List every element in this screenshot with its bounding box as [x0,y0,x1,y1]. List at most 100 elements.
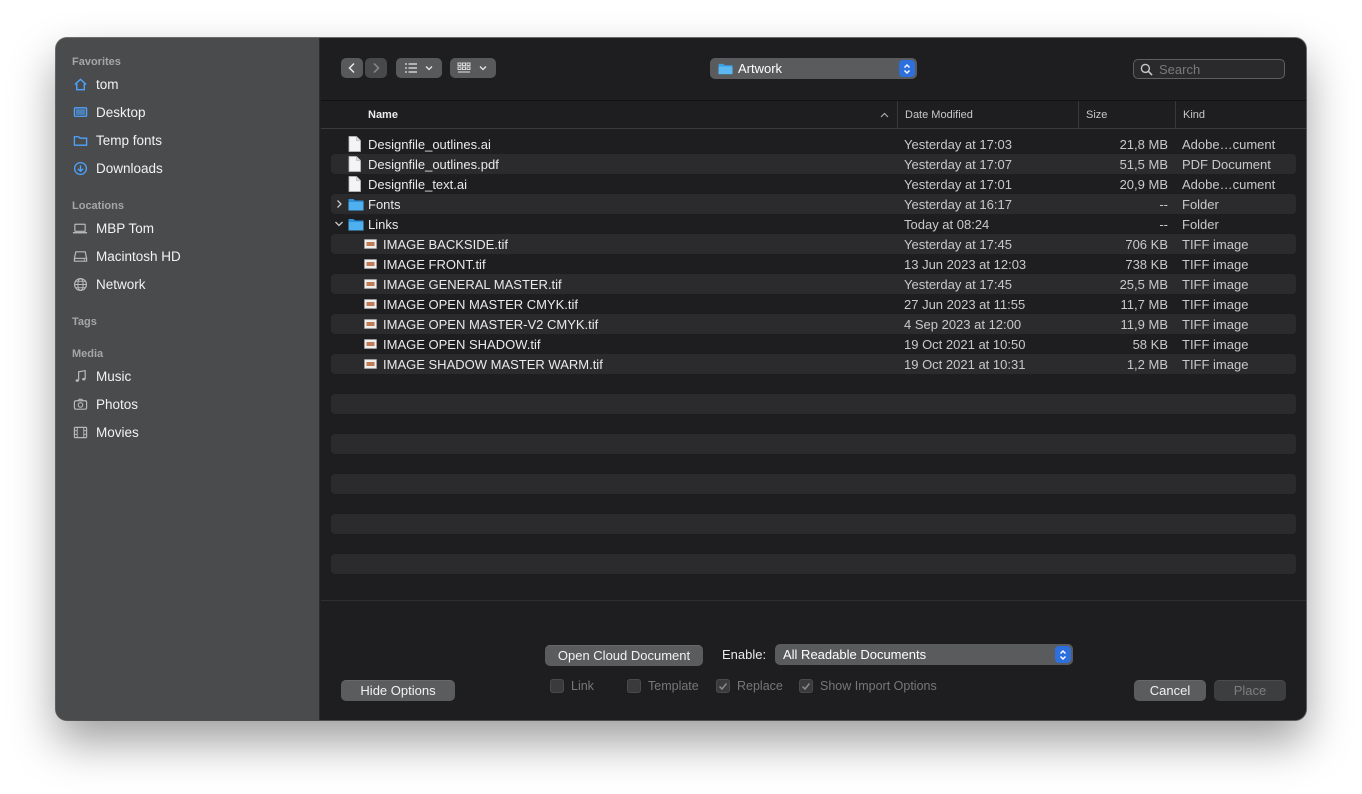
checkbox-label: Show Import Options [820,679,937,693]
sidebar-item-label: Movies [96,424,139,440]
checkbox-box [550,679,564,693]
file-date: Yesterday at 17:45 [904,276,1012,292]
sidebar-item-music[interactable]: Music [72,365,312,387]
column-header-name[interactable]: Name [368,101,898,129]
sidebar-item-temp-fonts[interactable]: Temp fonts [72,129,312,151]
file-row[interactable]: Designfile_text.ai Yesterday at 17:01 20,9… [331,174,1296,194]
checkmark-icon [716,679,730,693]
file-row[interactable]: Designfile_outlines.ai Yesterday at 17:03… [331,134,1296,154]
link-checkbox[interactable]: Link [550,678,594,694]
file-row[interactable]: Designfile_outlines.pdf Yesterday at 17:0… [331,154,1296,174]
forward-button[interactable] [365,58,387,78]
empty-row [331,434,1296,454]
column-header-label: Kind [1183,109,1206,121]
column-header-label: Size [1086,109,1108,121]
search-input[interactable] [1159,61,1279,77]
image-file-icon [364,314,377,334]
music-icon [72,368,88,384]
sidebar-item-label: Downloads [96,160,163,176]
file-name: Designfile_outlines.ai [368,136,491,152]
file-row[interactable]: Links Today at 08:24 -- Folder [331,214,1296,234]
location-popup[interactable]: Artwork [710,58,917,79]
template-checkbox[interactable]: Template [627,678,699,694]
sidebar-item-label: Desktop [96,104,146,120]
column-header-label: Name [368,109,398,121]
file-name: IMAGE FRONT.tif [383,256,486,272]
folder-icon [718,63,733,75]
show-import-options-checkbox[interactable]: Show Import Options [799,678,937,694]
file-kind: TIFF image [1182,356,1249,372]
disclosure-chevron-right-icon[interactable] [335,194,343,214]
file-row[interactable]: Fonts Yesterday at 16:17 -- Folder [331,194,1296,214]
checkbox-label: Link [571,679,594,693]
file-kind: Folder [1182,196,1219,212]
checkbox-label: Template [648,679,699,693]
sidebar-item-macintosh-hd[interactable]: Macintosh HD [72,245,312,267]
search-field[interactable] [1133,59,1285,79]
sidebar-item-network[interactable]: Network [72,273,312,295]
file-kind: TIFF image [1182,316,1249,332]
sidebar-item-label: tom [96,76,119,92]
checkbox-box [627,679,641,693]
file-date: Yesterday at 17:45 [904,236,1012,252]
list-view-button[interactable] [396,58,442,78]
sidebar-item-photos[interactable]: Photos [72,393,312,415]
column-header-date[interactable]: Date Modified [897,101,1078,129]
file-name: Fonts [368,196,401,212]
list-view-icon [405,63,433,73]
empty-row [331,494,1296,514]
file-list: Designfile_outlines.ai Yesterday at 17:03… [331,134,1296,594]
column-header-row: Name Date Modified Size Kind [321,100,1306,129]
empty-row [331,414,1296,434]
empty-row [331,454,1296,474]
document-icon [348,154,361,174]
enable-popup[interactable]: All Readable Documents [775,644,1073,665]
sidebar-item-label: MBP Tom [96,220,155,236]
open-cloud-document-button[interactable]: Open Cloud Document [545,645,703,666]
column-header-kind[interactable]: Kind [1175,101,1306,129]
file-browser: Artwork Name Date Modified Size Kind [321,38,1306,720]
sidebar-item-movies[interactable]: Movies [72,421,312,443]
column-header-size[interactable]: Size [1078,101,1175,129]
cancel-button[interactable]: Cancel [1134,680,1206,701]
file-name: IMAGE OPEN SHADOW.tif [383,336,541,352]
file-row[interactable]: IMAGE BACKSIDE.tif Yesterday at 17:45 706 … [331,234,1296,254]
sidebar-item-downloads[interactable]: Downloads [72,157,312,179]
file-date: 19 Oct 2021 at 10:31 [904,356,1026,372]
checkmark-icon [799,679,813,693]
file-row[interactable]: IMAGE FRONT.tif 13 Jun 2023 at 12:03 738 K… [331,254,1296,274]
file-row[interactable]: IMAGE GENERAL MASTER.tif Yesterday at 17:… [331,274,1296,294]
file-row[interactable]: IMAGE OPEN MASTER-V2 CMYK.tif 4 Sep 2023 … [331,314,1296,334]
image-file-icon [364,234,377,254]
sort-ascending-icon [880,112,889,118]
sidebar-section-locations: Locations [72,200,124,212]
place-button[interactable]: Place [1214,680,1286,701]
hide-options-button[interactable]: Hide Options [341,680,455,701]
replace-checkbox[interactable]: Replace [716,678,783,694]
file-row[interactable]: IMAGE OPEN SHADOW.tif 19 Oct 2021 at 10:5… [331,334,1296,354]
film-icon [72,424,88,440]
file-kind: TIFF image [1182,256,1249,272]
enable-popup-value: All Readable Documents [783,647,927,662]
empty-row [331,534,1296,554]
image-file-icon [364,274,377,294]
empty-row [331,574,1296,594]
file-size: 1,2 MB [1126,356,1168,372]
file-kind: Adobe…cument [1182,136,1276,152]
file-row[interactable]: IMAGE OPEN MASTER CMYK.tif 27 Jun 2023 at… [331,294,1296,314]
sidebar-item-tom[interactable]: tom [72,73,312,95]
group-view-button[interactable] [450,58,496,78]
file-size: 21,8 MB [1119,136,1168,152]
folder-icon [72,132,88,148]
file-name: IMAGE BACKSIDE.tif [383,236,508,252]
disclosure-chevron-down-icon[interactable] [334,214,344,234]
back-button[interactable] [341,58,363,78]
sidebar-item-desktop[interactable]: Desktop [72,101,312,123]
file-row[interactable]: IMAGE SHADOW MASTER WARM.tif 19 Oct 2021 … [331,354,1296,374]
file-size: -- [1159,196,1168,212]
file-name: Links [368,216,399,232]
sidebar-item-mbp-tom[interactable]: MBP Tom [72,217,312,239]
camera-icon [72,396,88,412]
file-date: 19 Oct 2021 at 10:50 [904,336,1026,352]
file-date: Yesterday at 17:03 [904,136,1012,152]
